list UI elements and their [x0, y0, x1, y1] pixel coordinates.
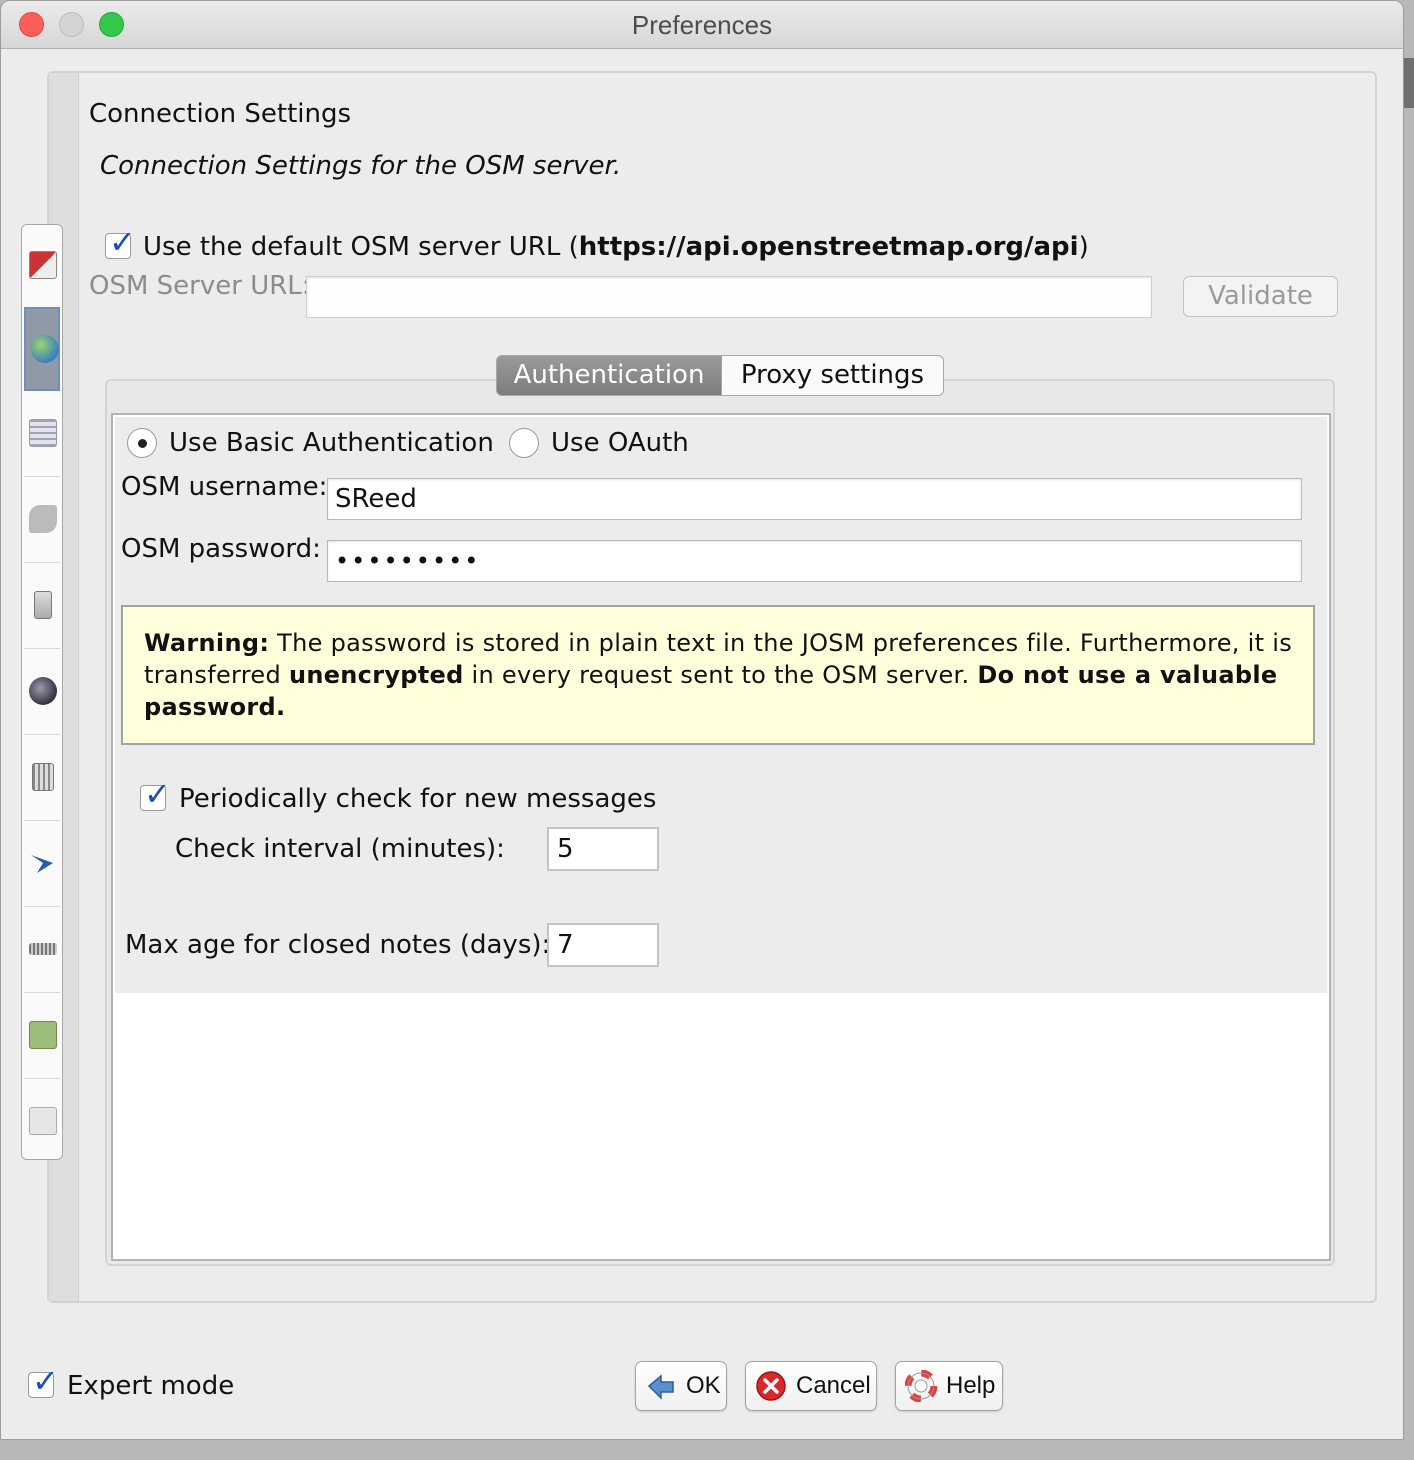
validator-arrow-icon: [29, 849, 57, 877]
tab-proxy-settings[interactable]: Proxy settings: [721, 355, 944, 396]
cancel-label: Cancel: [796, 1372, 871, 1399]
section-subtitle: Connection Settings for the OSM server.: [100, 151, 622, 181]
sidebar-item-map[interactable]: [24, 393, 60, 477]
help-label: Help: [946, 1372, 996, 1399]
password-warning-box: Warning: The password is stored in plain…: [121, 605, 1315, 745]
default-url-text: https://api.openstreetmap.org/api: [578, 232, 1079, 262]
periodic-check-label: Periodically check for new messages: [179, 784, 657, 814]
expert-mode-label: Expert mode: [67, 1371, 235, 1401]
use-default-url-label: Use the default OSM server URL (https://…: [143, 232, 1089, 262]
plugins-icon: [29, 1107, 57, 1135]
display-settings-icon: [29, 251, 57, 279]
username-label: OSM username:: [121, 472, 328, 502]
expert-mode-checkbox[interactable]: ✓: [28, 1365, 59, 1398]
oauth-label: Use OAuth: [551, 428, 689, 458]
max-age-input[interactable]: 7: [547, 923, 659, 967]
wms-tms-icon: [29, 1021, 57, 1049]
ok-label: OK: [686, 1372, 721, 1399]
remote-control-icon: [29, 677, 57, 705]
radio-selected-dot: [138, 439, 147, 448]
window-title: Preferences: [631, 10, 773, 40]
check-interval-label: Check interval (minutes):: [175, 834, 505, 864]
check-interval-input[interactable]: 5: [547, 827, 659, 871]
shortcuts-keyboard-icon: [32, 763, 54, 791]
connection-globe-icon: [31, 335, 59, 363]
password-label: OSM password:: [121, 534, 321, 564]
cancel-x-icon: [755, 1370, 787, 1402]
ok-button[interactable]: OK: [635, 1361, 727, 1411]
periodic-check-checkbox[interactable]: ✓: [140, 778, 171, 811]
title-bar[interactable]: Preferences: [1, 1, 1403, 49]
help-lifebuoy-icon: [904, 1369, 938, 1403]
sidebar-item-imagery[interactable]: [24, 995, 60, 1079]
audio-settings-icon: [29, 943, 57, 955]
sidebar-item-connection[interactable]: [24, 307, 60, 391]
sidebar-item-map-paint[interactable]: [24, 479, 60, 563]
tab-authentication[interactable]: Authentication: [496, 355, 722, 396]
basic-auth-radio[interactable]: [127, 428, 157, 458]
max-age-label: Max age for closed notes (days):: [125, 930, 551, 960]
validate-button[interactable]: Validate: [1183, 276, 1338, 317]
cancel-button[interactable]: Cancel: [745, 1361, 877, 1411]
map-grid-icon: [29, 419, 57, 447]
sidebar-item-shortcuts[interactable]: [24, 737, 60, 821]
tagging-presets-icon: [34, 591, 52, 619]
username-input[interactable]: SReed: [327, 478, 1302, 520]
use-default-url-text: Use the default OSM server URL (: [143, 232, 579, 262]
warning-heading: Warning:: [144, 629, 270, 657]
preferences-window: Preferences Connection Settings Connecti…: [0, 0, 1404, 1440]
oauth-radio[interactable]: [509, 428, 539, 458]
background-window-edge: [1404, 58, 1414, 108]
sidebar-item-validator[interactable]: [24, 823, 60, 907]
checkmark-icon: ✓: [144, 775, 171, 813]
basic-auth-label: Use Basic Authentication: [169, 428, 494, 458]
sidebar-item-presets[interactable]: [24, 565, 60, 649]
help-button[interactable]: Help: [895, 1361, 1003, 1411]
sidebar-item-display[interactable]: [24, 225, 60, 309]
preferences-sidebar: [21, 224, 63, 1160]
server-url-label: OSM Server URL:: [89, 271, 311, 301]
section-title: Connection Settings: [89, 99, 352, 129]
warning-text-2: in every request sent to the OSM server.: [463, 661, 978, 689]
checkmark-icon: ✓: [109, 223, 136, 261]
use-default-url-checkbox[interactable]: ✓: [105, 226, 136, 259]
map-paint-styles-icon: [29, 505, 57, 533]
ok-arrow-icon: [645, 1370, 677, 1402]
checkmark-icon: ✓: [32, 1362, 59, 1400]
sidebar-item-remote[interactable]: [24, 651, 60, 735]
use-default-url-suffix: ): [1078, 232, 1089, 262]
server-url-input[interactable]: [306, 276, 1152, 318]
password-input[interactable]: •••••••••: [327, 540, 1302, 582]
sidebar-item-audio[interactable]: [24, 909, 60, 993]
warning-unencrypted: unencrypted: [288, 661, 464, 689]
sidebar-item-plugins[interactable]: [24, 1081, 60, 1165]
